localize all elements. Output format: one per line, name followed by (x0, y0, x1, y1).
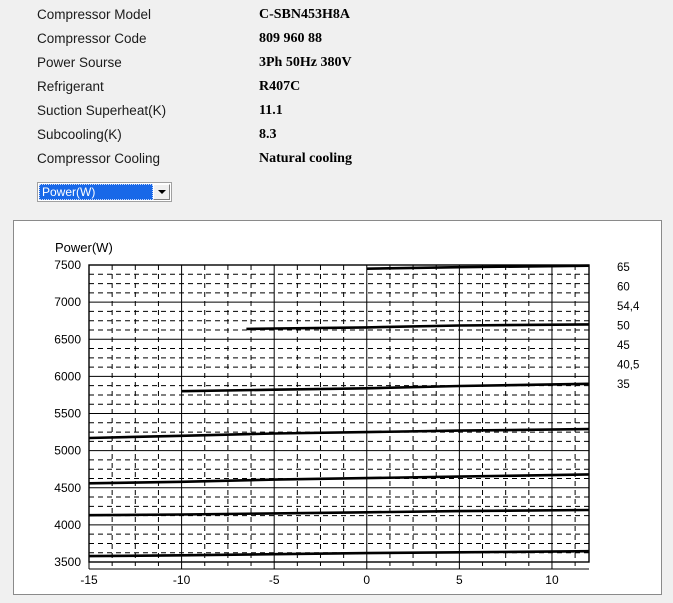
xtick-label: -15 (80, 573, 98, 587)
xtick-label: 10 (545, 573, 559, 587)
spec-value-compressor-model: C-SBN453H8A (259, 7, 351, 22)
ytick-label: 7000 (54, 295, 81, 309)
spec-label-suction-superheat: Suction Superheat(K) (37, 103, 167, 118)
spec-label-subcooling: Subcooling(K) (37, 127, 122, 142)
legend-item-40-5: 40,5 (617, 360, 639, 372)
chart-type-select[interactable]: Power(W) (37, 182, 172, 202)
spec-label-compressor-model: Compressor Model (37, 7, 152, 22)
chart-svg: 350040004500500055006000650070007500-15-… (54, 240, 640, 594)
spec-row: Compressor Model C-SBN453H8A (0, 3, 673, 26)
xtick-label: -5 (269, 573, 280, 587)
spec-label-refrigerant: Refrigerant (37, 79, 104, 94)
legend-item-50: 50 (617, 321, 630, 333)
y-axis-title: Power(W) (55, 240, 113, 255)
ytick-label: 6500 (54, 332, 81, 346)
chevron-down-icon[interactable] (153, 184, 170, 200)
spec-label-power-sourse: Power Sourse (37, 55, 122, 70)
spec-row: Power Sourse 3Ph 50Hz 380V (0, 51, 673, 74)
ytick-label: 5500 (54, 407, 81, 421)
ytick-label: 4000 (54, 518, 81, 532)
xtick-label: 0 (363, 573, 370, 587)
spec-row: Compressor Cooling Natural cooling (0, 147, 673, 170)
legend-item-65: 65 (617, 262, 630, 274)
spec-value-compressor-code: 809 960 88 (259, 31, 322, 46)
ytick-label: 6000 (54, 369, 81, 383)
spec-label-compressor-cooling: Compressor Cooling (37, 151, 161, 166)
chart-type-select-value[interactable]: Power(W) (39, 184, 153, 200)
spec-row: Suction Superheat(K) 11.1 (0, 99, 673, 122)
legend-item-54-4: 54,4 (617, 301, 640, 313)
performance-chart: 3500 4000 4500 5000 5500 6000 6500 7000 7500 -15-… (14, 221, 661, 594)
x-axis-title: Evap.Temp(C) (297, 592, 380, 594)
xtick-label: -10 (173, 573, 191, 587)
spec-value-suction-superheat: 11.1 (259, 103, 283, 118)
spec-row: Refrigerant R407C (0, 75, 673, 98)
spec-row: Compressor Code 809 960 88 (0, 27, 673, 50)
spec-row: Subcooling(K) 8.3 (0, 123, 673, 146)
ytick-label: 3500 (54, 555, 81, 569)
ytick-label: 5000 (54, 444, 81, 458)
spec-value-refrigerant: R407C (259, 79, 301, 94)
ytick-label: 4500 (54, 481, 81, 495)
compressor-spec-panel: Compressor Model C-SBN453H8A Compressor … (0, 0, 673, 212)
chart-panel: 3500 4000 4500 5000 5500 6000 6500 7000 7500 -15-… (13, 220, 662, 595)
legend-item-35: 35 (617, 379, 630, 391)
compressor-data-window: Compressor Model C-SBN453H8A Compressor … (0, 0, 673, 603)
spec-value-compressor-cooling: Natural cooling (259, 151, 352, 166)
spec-value-subcooling: 8.3 (259, 127, 277, 142)
spec-label-compressor-code: Compressor Code (37, 31, 147, 46)
legend-item-60: 60 (617, 282, 630, 294)
legend-item-45: 45 (617, 340, 630, 352)
ytick-label: 7500 (54, 258, 81, 272)
xtick-label: 5 (456, 573, 463, 587)
spec-value-power-sourse: 3Ph 50Hz 380V (259, 55, 352, 70)
